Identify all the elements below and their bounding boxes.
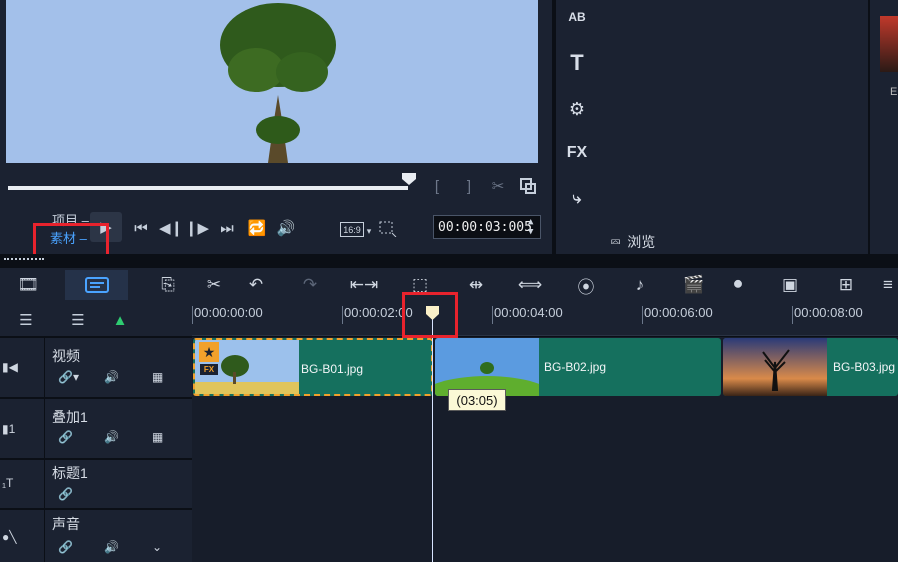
library-panel bbox=[598, 0, 868, 254]
copy-frame-icon[interactable] bbox=[518, 176, 538, 196]
timeline-view-button[interactable] bbox=[65, 270, 128, 300]
volume-icon[interactable]: 🔊 bbox=[104, 430, 119, 444]
horizontal-splitter[interactable] bbox=[0, 254, 898, 268]
resize-crop-icon[interactable] bbox=[378, 220, 398, 238]
track-name-overlay[interactable]: 叠加1 bbox=[52, 407, 88, 427]
video-track-icon: ▮◀ bbox=[2, 360, 18, 374]
annotation-highlight-box bbox=[402, 292, 458, 338]
link-icon[interactable]: 🔗 bbox=[58, 540, 73, 554]
track-manager-icon[interactable]: ⚫ bbox=[720, 270, 756, 300]
library-tools bbox=[556, 0, 598, 254]
checker-icon[interactable]: ▦ bbox=[152, 370, 163, 384]
timecode-field[interactable]: 00:00:03:005 ▲ ▼ bbox=[433, 215, 541, 239]
undo-icon[interactable]: ↶ bbox=[238, 270, 274, 300]
more-icon[interactable]: ≡ bbox=[878, 270, 898, 300]
checker-icon[interactable]: ▦ bbox=[152, 430, 163, 444]
title-t-icon[interactable]: T bbox=[556, 50, 598, 76]
volume-icon[interactable]: 🔊 bbox=[104, 540, 119, 554]
record-icon[interactable]: ⦿ bbox=[568, 270, 604, 300]
position-tooltip: (03:05) bbox=[448, 389, 506, 411]
aspect-ratio-button[interactable]: 16:9 bbox=[340, 222, 364, 237]
preview-scrubber[interactable] bbox=[8, 186, 408, 190]
scrubber-knob-icon[interactable] bbox=[402, 172, 416, 185]
ruler-tick bbox=[342, 306, 343, 324]
ruler-label: 00:00:08:00 bbox=[794, 305, 863, 320]
track-name-audio[interactable]: 声音 bbox=[52, 514, 80, 534]
track-name-video[interactable]: 视频 bbox=[52, 346, 80, 366]
playhead-line[interactable] bbox=[432, 318, 433, 562]
ruler-label: 00:00:04:00 bbox=[494, 305, 563, 320]
mark-out-button[interactable]: ] bbox=[462, 176, 476, 196]
next-frame-icon[interactable]: ❙▶ bbox=[185, 218, 209, 238]
ripple-edit-icon[interactable]: ▲ bbox=[108, 310, 132, 330]
fx-badge: FX bbox=[200, 364, 218, 375]
clip-label: BG-B01.jpg bbox=[301, 362, 364, 376]
browse-icon: ⮹ bbox=[610, 233, 622, 250]
track-manager-list-icon[interactable]: ☰ bbox=[14, 310, 38, 330]
storyboard-view-icon[interactable]: 🎞 bbox=[10, 270, 46, 300]
overlay-track-icon: ▮1 bbox=[2, 422, 16, 436]
multicam-icon[interactable]: 🎬 bbox=[676, 270, 712, 300]
split-screen-icon[interactable]: ⊞ bbox=[828, 270, 864, 300]
ruler-tick bbox=[192, 306, 193, 324]
link-icon[interactable]: 🔗 bbox=[58, 430, 73, 444]
fit-in-icon[interactable]: ⇤⇥ bbox=[346, 270, 382, 300]
redo-icon[interactable]: ↷ bbox=[292, 270, 328, 300]
add-track-icon[interactable]: ☰ bbox=[66, 310, 90, 330]
audio-track-icon: ●╲ bbox=[2, 530, 17, 544]
filter-fx-icon[interactable]: FX bbox=[556, 140, 598, 166]
go-to-start-icon[interactable]: ⏮ bbox=[130, 218, 152, 238]
star-icon[interactable]: ★ bbox=[199, 342, 219, 362]
motion-path-icon[interactable]: ⤷ bbox=[556, 186, 598, 212]
aspect-dropdown-icon[interactable]: ▾ bbox=[364, 224, 374, 238]
clip-thumbnail bbox=[435, 338, 539, 396]
trim-icon[interactable]: ⟺ bbox=[512, 270, 548, 300]
repeat-icon[interactable]: 🔁 bbox=[245, 218, 269, 238]
track-icon-divider bbox=[44, 337, 45, 562]
splitter-grip-icon[interactable] bbox=[4, 258, 44, 262]
volume-icon[interactable]: 🔊 bbox=[104, 370, 119, 384]
clip-label: BG-B03.jpg bbox=[833, 360, 896, 374]
graphics-icon[interactable]: ⚙ bbox=[556, 96, 598, 122]
split-icon[interactable]: ⇹ bbox=[458, 270, 494, 300]
title-editor-icon[interactable]: ▣ bbox=[772, 270, 808, 300]
ruler-label: 00:00:06:00 bbox=[644, 305, 713, 320]
collapse-chevron-icon[interactable]: ⌄ bbox=[152, 540, 162, 554]
clip-label: BG-B02.jpg bbox=[544, 360, 607, 374]
volume-icon[interactable]: 🔊 bbox=[274, 218, 298, 238]
previous-frame-icon[interactable]: ◀❙ bbox=[159, 218, 183, 238]
timecode-stepper-icon[interactable]: ▲ ▼ bbox=[528, 217, 533, 237]
link-icon[interactable]: 🔗▾ bbox=[58, 370, 79, 384]
ruler-tick bbox=[492, 306, 493, 324]
link-icon[interactable]: 🔗 bbox=[58, 487, 73, 501]
tools-icon[interactable]: ✂ bbox=[196, 270, 232, 300]
preview-image bbox=[6, 0, 538, 163]
copy-attributes-icon[interactable]: ⎘ bbox=[150, 270, 186, 300]
track-name-title[interactable]: 标题1 bbox=[52, 463, 88, 483]
browse-button[interactable]: ⮹ 浏览 bbox=[610, 232, 655, 252]
library-thumbnail-label: E bbox=[890, 86, 898, 98]
mark-in-button[interactable]: [ bbox=[430, 176, 444, 196]
transition-ab-icon[interactable]: AB bbox=[556, 6, 598, 28]
clip-bg-b03[interactable]: BG-B03.jpg bbox=[723, 338, 898, 396]
browse-label: 浏览 bbox=[627, 234, 656, 250]
clip-bg-b01[interactable]: ★ FX BG-B01.jpg bbox=[193, 338, 433, 396]
clip-bg-b02[interactable]: BG-B02.jpg bbox=[435, 338, 721, 396]
timecode-value: 00:00:03:005 bbox=[438, 219, 532, 235]
ruler-tick bbox=[792, 306, 793, 324]
audio-mixer-icon[interactable]: ♪ bbox=[622, 270, 658, 300]
scissors-icon[interactable]: ✂ bbox=[488, 176, 508, 196]
ruler-label: 00:00:00:00 bbox=[194, 305, 263, 320]
clip-thumbnail bbox=[723, 338, 827, 396]
title-track-icon: ₁T bbox=[2, 476, 14, 490]
go-to-end-icon[interactable]: ⏭ bbox=[216, 218, 238, 238]
library-thumbnail[interactable] bbox=[880, 16, 898, 72]
ruler-tick bbox=[642, 306, 643, 324]
